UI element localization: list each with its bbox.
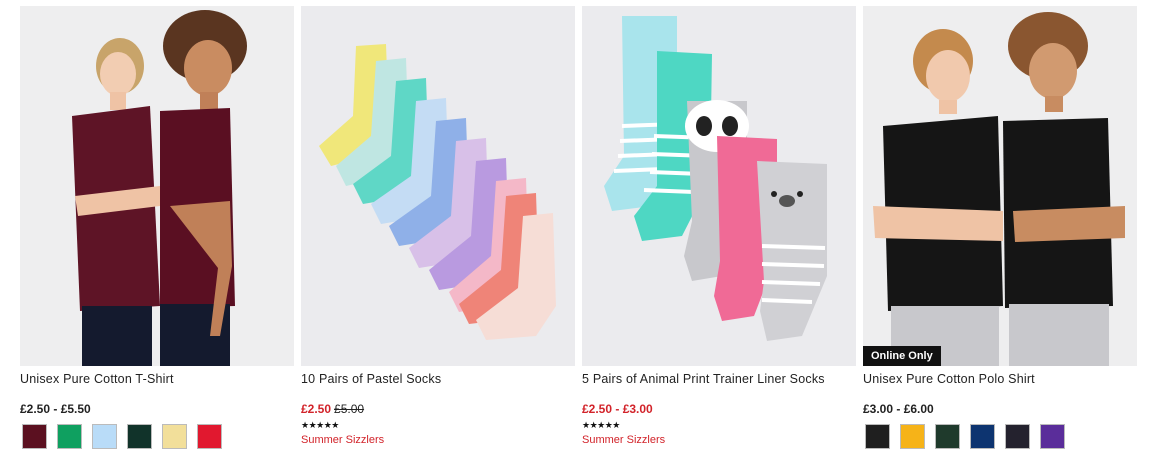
promo-link[interactable]: Summer Sizzlers [582,434,665,446]
kids-polo-image [863,6,1137,366]
product-card-polo[interactable]: Online Only Unisex Pure Cotton Polo Shir… [863,6,1137,453]
product-name[interactable]: Unisex Pure Cotton Polo Shirt [863,372,1035,386]
swatch-maroon[interactable] [22,424,47,449]
swatch-black[interactable] [865,424,890,449]
rating-stars: ★★★★★ [301,420,339,430]
swatch-navy[interactable] [970,424,995,449]
product-card-tshirt[interactable]: Unisex Pure Cotton T-Shirt £2.50 - £5.50 [20,6,294,453]
product-price: £2.50 - £5.50 [20,402,91,416]
colour-swatches [865,424,1065,449]
product-card-animal-socks[interactable]: 5 Pairs of Animal Print Trainer Liner So… [582,6,856,453]
product-grid: Unisex Pure Cotton T-Shirt £2.50 - £5.50 [20,6,1137,453]
product-price: £3.00 - £6.00 [863,402,934,416]
product-image[interactable] [20,6,294,366]
kids-tshirt-image [20,6,294,366]
swatch-bottle-green[interactable] [127,424,152,449]
product-card-pastel-socks[interactable]: 10 Pairs of Pastel Socks £2.50 £5.00 ★★★★… [301,6,575,453]
swatch-yellow[interactable] [900,424,925,449]
online-only-badge: Online Only [863,346,941,366]
swatch-dark-navy[interactable] [1005,424,1030,449]
swatch-light-blue[interactable] [92,424,117,449]
swatch-red[interactable] [197,424,222,449]
animal-socks-image [582,6,856,366]
product-name[interactable]: 10 Pairs of Pastel Socks [301,372,441,386]
product-image[interactable]: Online Only [863,6,1137,366]
product-name[interactable]: 5 Pairs of Animal Print Trainer Liner So… [582,372,825,386]
rating-stars: ★★★★★ [582,420,620,430]
swatch-bottle-green[interactable] [935,424,960,449]
was-price: £5.00 [334,402,365,416]
sale-price: £2.50 [301,402,332,416]
product-name[interactable]: Unisex Pure Cotton T-Shirt [20,372,174,386]
promo-link[interactable]: Summer Sizzlers [301,434,384,446]
pastel-socks-image [301,6,575,366]
product-price: £2.50 - £3.00 [582,402,653,416]
product-price: £2.50 £5.00 [301,402,364,416]
swatch-green[interactable] [57,424,82,449]
swatch-purple[interactable] [1040,424,1065,449]
product-image[interactable] [582,6,856,366]
swatch-yellow[interactable] [162,424,187,449]
product-image[interactable] [301,6,575,366]
colour-swatches [22,424,222,449]
